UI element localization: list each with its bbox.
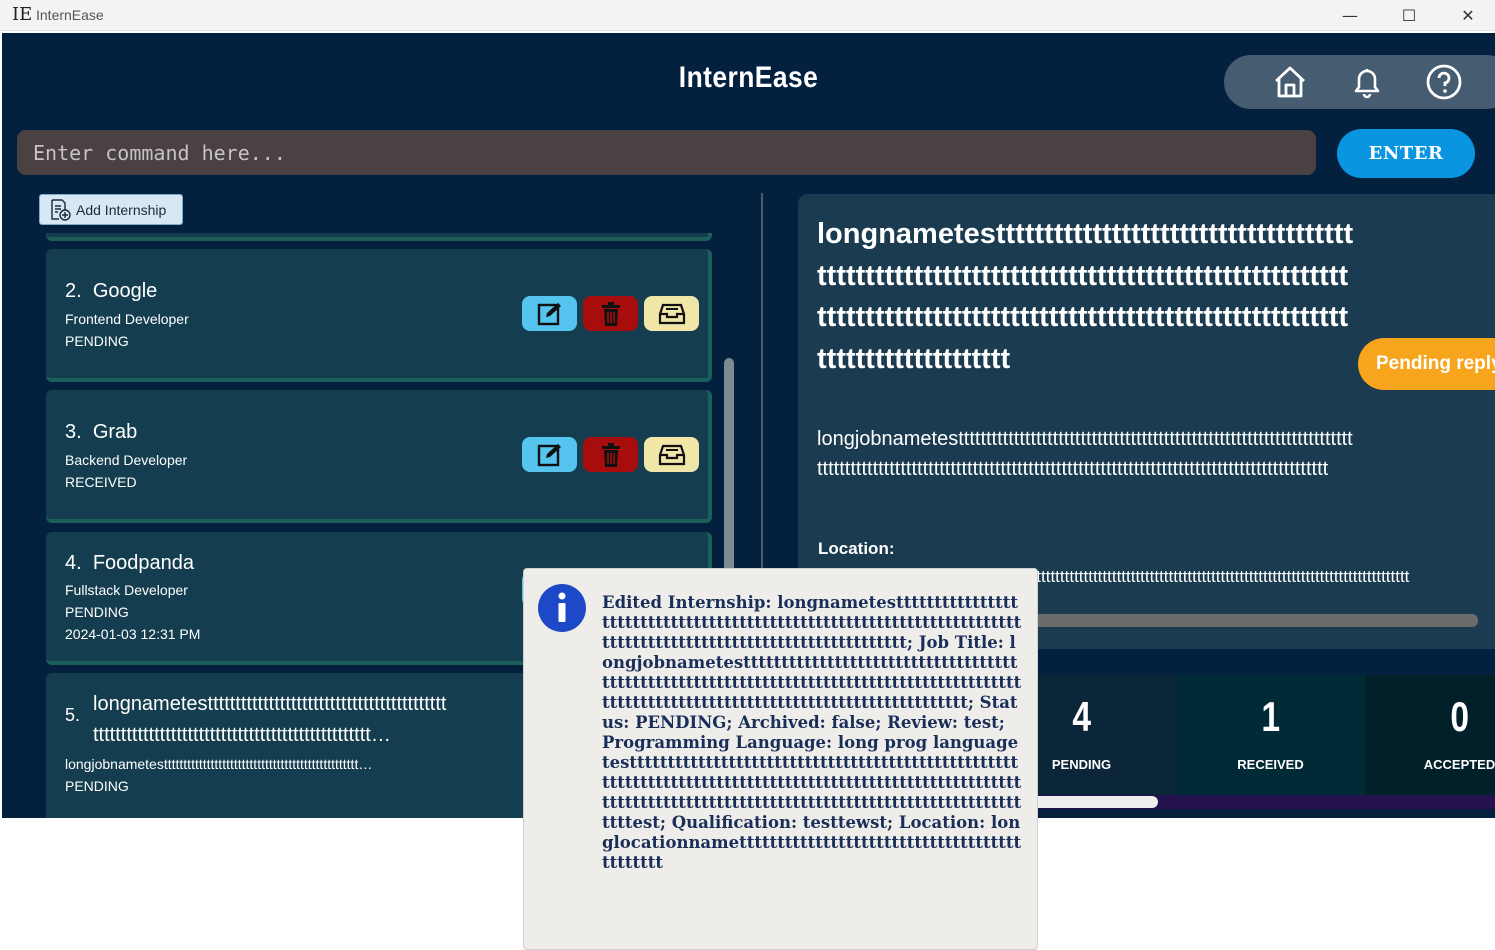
internship-company: Google xyxy=(92,280,158,302)
internship-card[interactable] xyxy=(46,233,712,241)
trash-icon xyxy=(601,301,620,326)
detail-job-title: longjobnametestttttttttttttttttttttttttt… xyxy=(817,428,1353,480)
window-title: InternEase xyxy=(36,7,104,23)
internship-company: Foodpanda xyxy=(92,552,195,574)
internship-index: 2. xyxy=(65,280,82,302)
command-box xyxy=(17,130,1316,175)
bell-icon[interactable] xyxy=(1348,63,1386,101)
archive-icon xyxy=(658,303,685,324)
internship-status: PENDING xyxy=(65,604,129,620)
nav-bar xyxy=(1224,55,1495,109)
stat-accepted: 0 ACCEPTED xyxy=(1365,675,1495,795)
home-icon[interactable] xyxy=(1271,63,1309,101)
internship-index: 5. xyxy=(65,705,81,725)
internship-title: 3. Grab xyxy=(65,421,137,444)
info-icon xyxy=(538,584,586,632)
internship-status: PENDING xyxy=(65,333,129,349)
internship-role: Backend Developer xyxy=(65,452,188,468)
maximize-button[interactable]: ☐ xyxy=(1386,0,1432,30)
archive-button[interactable] xyxy=(644,437,699,472)
add-internship-label: Add Internship xyxy=(76,201,167,218)
internship-card[interactable]: 2. Google Frontend Developer PENDING xyxy=(46,249,712,382)
status-badge: Pending reply xyxy=(1358,338,1495,390)
internship-role: Frontend Developer xyxy=(65,311,189,327)
internship-status: PENDING xyxy=(65,778,129,794)
internship-index: 3. xyxy=(65,421,82,443)
dialog-message: Edited Internship: longnametestttttttttt… xyxy=(602,593,1022,872)
app-logo: IE xyxy=(12,4,33,25)
internship-company-line: tttttttttttttttttttttttttttttttttttttttt… xyxy=(93,724,391,746)
internship-date: 2024-01-03 12:31 PM xyxy=(65,626,201,642)
internship-title: 4. Foodpanda xyxy=(65,552,194,575)
detail-location-label: Location: xyxy=(818,539,895,558)
internship-status: RECEIVED xyxy=(65,474,137,490)
internship-company: longnametesttttttttttttttttttttttttttttt… xyxy=(93,689,523,751)
window-titlebar: IE InternEase — ☐ ✕ xyxy=(0,0,1495,31)
trash-icon xyxy=(601,442,620,467)
stat-value: 0 xyxy=(1450,693,1469,740)
archive-icon xyxy=(658,444,685,465)
edit-icon xyxy=(537,443,561,466)
close-button[interactable]: ✕ xyxy=(1445,0,1491,30)
internship-company-line: longnametesttttttttttttttttttttttttttttt… xyxy=(93,693,447,715)
stat-value: 1 xyxy=(1261,693,1280,740)
add-document-icon xyxy=(51,198,71,221)
internship-company: Grab xyxy=(92,421,138,443)
internship-title: 2. Google xyxy=(65,280,157,303)
stat-label: RECEIVED xyxy=(1237,757,1304,772)
app-title: InternEase xyxy=(678,61,819,94)
stat-value: 4 xyxy=(1072,693,1091,740)
edit-icon xyxy=(537,302,561,325)
stat-received: 1 RECEIVED xyxy=(1176,675,1365,795)
help-icon[interactable] xyxy=(1425,63,1463,101)
enter-button[interactable]: ENTER xyxy=(1337,129,1475,178)
detail-company-name: longnametesttttttttttttttttttttttttttttt… xyxy=(817,218,1354,375)
edit-button[interactable] xyxy=(522,437,577,472)
internship-role: Fullstack Developer xyxy=(65,582,188,598)
command-input[interactable] xyxy=(31,139,1302,166)
delete-button[interactable] xyxy=(583,437,638,472)
info-dialog: Edited Internship: longnametestttttttttt… xyxy=(523,568,1038,950)
archive-button[interactable] xyxy=(644,296,699,331)
internship-index: 4. xyxy=(65,552,82,574)
internship-card[interactable]: 3. Grab Backend Developer RECEIVED xyxy=(46,390,712,523)
minimize-button[interactable]: — xyxy=(1327,0,1373,30)
internship-role: longjobnametestttttttttttttttttttttttttt… xyxy=(65,756,373,772)
add-internship-button[interactable]: Add Internship xyxy=(39,194,183,225)
delete-button[interactable] xyxy=(583,296,638,331)
stat-label: PENDING xyxy=(1051,757,1112,772)
stat-label: ACCEPTED xyxy=(1423,757,1495,772)
edit-button[interactable] xyxy=(522,296,577,331)
